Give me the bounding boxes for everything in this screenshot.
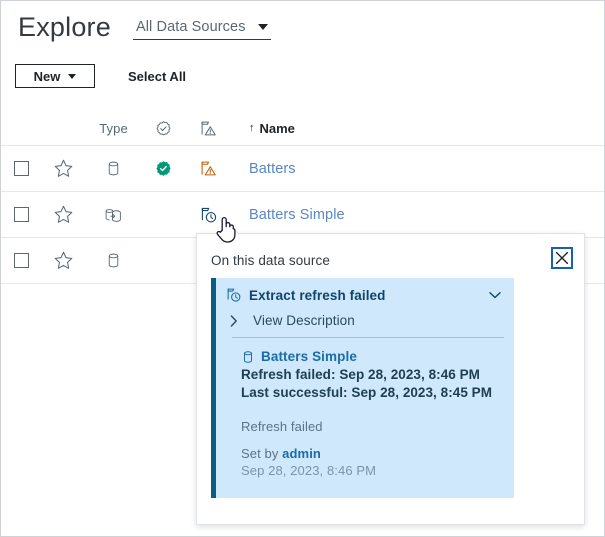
- data-source-filter-dropdown[interactable]: All Data Sources: [133, 19, 271, 40]
- row-name-cell: Batters: [231, 161, 605, 177]
- chevron-right-icon: [228, 314, 240, 328]
- database-icon: [105, 252, 122, 269]
- row-data-quality-cell[interactable]: [186, 160, 231, 177]
- database-icon: [241, 350, 255, 364]
- explore-page: Explore All Data Sources New Select All …: [0, 0, 605, 537]
- data-quality-warning-icon: [200, 160, 217, 177]
- checkbox-unchecked-icon[interactable]: [14, 161, 29, 176]
- header-name-label: ↑ Name: [249, 121, 295, 136]
- sort-ascending-icon: ↑: [249, 123, 255, 134]
- alert-data-source-name: Batters Simple: [261, 349, 357, 364]
- data-source-link[interactable]: Batters Simple: [249, 207, 345, 223]
- row-checkbox-cell: [1, 253, 41, 268]
- row-checkbox-cell: [1, 161, 41, 176]
- close-icon: [555, 251, 569, 265]
- row-type-cell: [86, 160, 141, 177]
- certification-icon: [155, 120, 172, 137]
- header-cell-data-quality-warning[interactable]: [186, 120, 231, 137]
- header-cell-certification[interactable]: [141, 120, 186, 137]
- alert-set-at: Sep 28, 2023, 8:46 PM: [241, 463, 514, 478]
- popup-title: On this data source: [211, 253, 330, 268]
- row-favorite-cell[interactable]: [41, 250, 86, 271]
- on-this-data-source-popup: On this data source Extract refr: [196, 233, 585, 525]
- star-outline-icon: [53, 250, 74, 271]
- row-type-cell: [86, 252, 141, 269]
- database-icon: [105, 160, 122, 177]
- alert-header[interactable]: Extract refresh failed: [216, 278, 514, 303]
- row-type-cell: [86, 206, 141, 224]
- checkbox-unchecked-icon[interactable]: [14, 253, 29, 268]
- row-name-cell: Batters Simple: [231, 207, 605, 223]
- alert-data-source-row: Batters Simple: [216, 338, 514, 364]
- alert-set-by: Set by admin: [241, 446, 514, 461]
- header-cell-type[interactable]: Type: [86, 121, 141, 136]
- data-source-filter-label: All Data Sources: [136, 19, 246, 35]
- extract-refresh-failed-alert: Extract refresh failed View Description: [211, 278, 514, 498]
- certified-badge-icon: [155, 160, 172, 177]
- toolbar: New Select All: [1, 59, 605, 93]
- row-favorite-cell[interactable]: [41, 204, 86, 225]
- extract-refresh-failed-icon: [200, 206, 218, 224]
- data-quality-warning-icon: [200, 120, 217, 137]
- header-cell-name[interactable]: ↑ Name: [231, 121, 605, 136]
- alert-set-by-prefix: Set by: [241, 446, 282, 461]
- chevron-down-icon[interactable]: [488, 288, 502, 302]
- row-extract-refresh-status-cell[interactable]: [186, 206, 231, 224]
- database-extract-icon: [104, 206, 123, 224]
- alert-refresh-failed-time: Refresh failed: Sep 28, 2023, 8:46 PM: [216, 367, 514, 382]
- row-favorite-cell[interactable]: [41, 158, 86, 179]
- alert-meta-block: Refresh failed Set by admin Sep 28, 2023…: [216, 419, 514, 478]
- extract-refresh-failed-icon: [226, 287, 242, 303]
- data-source-link[interactable]: Batters: [249, 161, 296, 177]
- alert-set-by-user: admin: [282, 446, 321, 461]
- table-row[interactable]: Batters Simple: [1, 192, 605, 238]
- view-description-label: View Description: [253, 313, 355, 328]
- view-description-toggle[interactable]: View Description: [216, 303, 514, 328]
- select-all-button[interactable]: Select All: [128, 69, 186, 84]
- alert-last-successful-time: Last successful: Sep 28, 2023, 8:45 PM: [216, 385, 514, 400]
- table-header-row: Type: [1, 111, 605, 146]
- chevron-down-icon: [258, 24, 268, 30]
- row-certification-cell[interactable]: [141, 160, 186, 177]
- header-type-label: Type: [99, 121, 128, 136]
- page-header: Explore All Data Sources: [1, 1, 605, 53]
- header-name-text: Name: [260, 121, 295, 136]
- page-title: Explore: [18, 14, 111, 41]
- chevron-down-icon: [68, 74, 76, 79]
- new-button[interactable]: New: [15, 64, 95, 88]
- star-outline-icon: [53, 204, 74, 225]
- new-button-label: New: [34, 69, 61, 84]
- alert-reason: Refresh failed: [241, 419, 514, 434]
- row-checkbox-cell: [1, 207, 41, 222]
- close-button[interactable]: [551, 247, 573, 269]
- star-outline-icon: [53, 158, 74, 179]
- table-row[interactable]: Batters: [1, 146, 605, 192]
- checkbox-unchecked-icon[interactable]: [14, 207, 29, 222]
- alert-title: Extract refresh failed: [249, 288, 386, 303]
